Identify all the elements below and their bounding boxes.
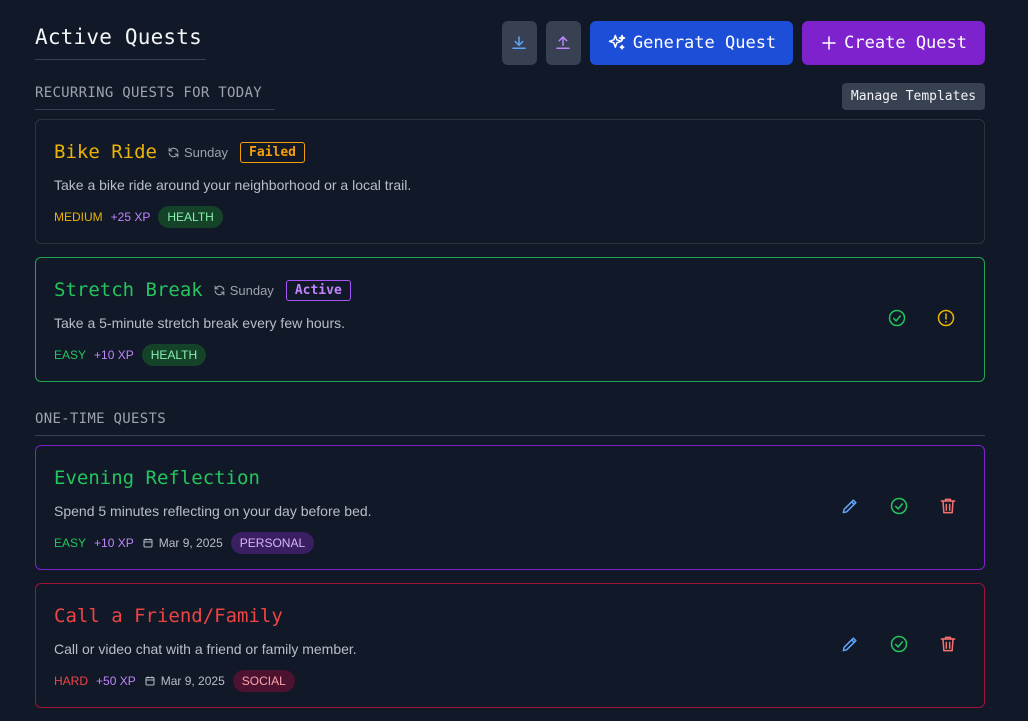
quest-card-evening-reflection: Evening Reflection Spend 5 minutes refle… <box>35 445 985 570</box>
complete-check-icon[interactable] <box>887 308 907 328</box>
status-badge: Active <box>285 279 351 301</box>
quest-meta: HARD +50 XP Mar 9, 2025 SOCIAL <box>54 670 295 692</box>
quest-title: Bike Ride <box>54 141 157 163</box>
due-date: Mar 9, 2025 <box>144 674 225 688</box>
fail-alert-icon[interactable] <box>936 308 956 328</box>
repeat-day: Sunday <box>229 282 274 298</box>
plus-icon <box>822 36 836 50</box>
quest-card-stretch-break: Stretch Break Sunday Active Take a 5-min… <box>35 257 985 382</box>
quest-description: Call or video chat with a friend or fami… <box>54 641 357 657</box>
download-icon <box>512 36 527 49</box>
repeat-day: Sunday <box>183 144 229 160</box>
category-tag: PERSONAL <box>230 532 315 554</box>
quest-description: Take a bike ride around your neighborhoo… <box>54 177 412 193</box>
download-button[interactable] <box>501 21 537 65</box>
create-quest-button[interactable]: Create Quest <box>802 21 985 65</box>
quest-actions <box>887 308 956 328</box>
edit-pencil-icon[interactable] <box>840 634 860 654</box>
quest-actions <box>840 634 958 654</box>
repeat-icon <box>214 285 225 295</box>
repeat-indicator: Sunday <box>213 283 274 298</box>
category-tag: HEALTH <box>158 206 223 228</box>
status-badge: Failed <box>240 141 306 163</box>
quest-card-bike-ride: Bike Ride Sunday Failed Take a bike ride… <box>35 119 985 244</box>
quest-title-row: Evening Reflection <box>54 467 260 489</box>
quest-description: Spend 5 minutes reflecting on your day b… <box>54 503 372 519</box>
create-quest-label: Create Quest <box>844 33 967 53</box>
xp-label: +50 XP <box>96 674 136 688</box>
quest-description: Take a 5-minute stretch break every few … <box>54 315 346 331</box>
due-date-text: Mar 9, 2025 <box>160 674 225 688</box>
xp-label: +10 XP <box>94 536 134 550</box>
xp-label: +10 XP <box>94 348 134 362</box>
quest-card-call-friend: Call a Friend/Family Call or video chat … <box>35 583 985 708</box>
quest-title-row: Bike Ride Sunday Failed <box>54 141 306 163</box>
calendar-icon <box>143 538 153 548</box>
upload-button[interactable] <box>545 21 581 65</box>
quest-meta: MEDIUM +25 XP HEALTH <box>54 206 223 228</box>
delete-trash-icon[interactable] <box>938 496 958 516</box>
edit-pencil-icon[interactable] <box>840 496 860 516</box>
repeat-indicator: Sunday <box>167 145 228 160</box>
delete-trash-icon[interactable] <box>938 634 958 654</box>
complete-check-icon[interactable] <box>889 634 909 654</box>
recurring-section-rule <box>35 109 275 110</box>
quest-meta: EASY +10 XP HEALTH <box>54 344 207 366</box>
difficulty-label: HARD <box>54 674 89 688</box>
difficulty-label: EASY <box>54 348 87 362</box>
complete-check-icon[interactable] <box>889 496 909 516</box>
generate-quest-button[interactable]: Generate Quest <box>589 21 794 65</box>
difficulty-label: MEDIUM <box>54 210 103 224</box>
quest-title: Stretch Break <box>54 279 203 301</box>
category-tag: SOCIAL <box>232 670 295 692</box>
category-tag: HEALTH <box>141 344 207 366</box>
quest-meta: EASY +10 XP Mar 9, 2025 PERSONAL <box>54 532 315 554</box>
page-title: Active Quests <box>35 25 206 60</box>
onetime-section-label: ONE-TIME QUESTS <box>35 411 166 427</box>
quest-title-row: Stretch Break Sunday Active <box>54 279 351 301</box>
due-date: Mar 9, 2025 <box>142 536 223 550</box>
quest-title: Evening Reflection <box>54 467 260 489</box>
upload-icon <box>556 36 571 49</box>
calendar-icon <box>145 676 155 686</box>
quest-title: Call a Friend/Family <box>54 605 283 627</box>
onetime-section-rule <box>35 435 985 436</box>
difficulty-label: EASY <box>54 536 87 550</box>
page-header: Active Quests Generate Quest Create Ques… <box>35 21 985 65</box>
due-date-text: Mar 9, 2025 <box>158 536 223 550</box>
toolbar: Generate Quest Create Quest <box>501 21 985 65</box>
sparkles-icon <box>608 34 626 50</box>
recurring-section-label: RECURRING QUESTS FOR TODAY <box>35 85 262 101</box>
generate-quest-label: Generate Quest <box>632 33 777 53</box>
repeat-icon <box>168 147 179 157</box>
quest-title-row: Call a Friend/Family <box>54 605 283 627</box>
manage-templates-button[interactable]: Manage Templates <box>842 83 985 110</box>
quest-actions <box>840 496 958 516</box>
xp-label: +25 XP <box>110 210 151 224</box>
